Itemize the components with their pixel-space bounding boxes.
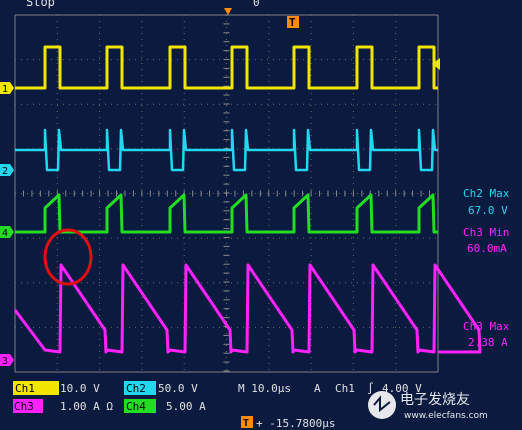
ch1-marker[interactable]: 1 <box>0 82 14 95</box>
trigger-T-text: T <box>289 16 296 29</box>
graticule <box>14 14 439 373</box>
settings-bar: Ch1 10.0 V Ch2 50.0 V M 10.0µs A Ch1 ∫ 4… <box>13 381 422 430</box>
watermark-logo-icon: 电子发烧友 www.elecfans.com <box>368 391 488 421</box>
timebase: M 10.0µs <box>238 382 291 395</box>
oscilloscope-screen: Stop 0 T 1 2 4 3 Ch2 Max 67.0 V Ch3 Min … <box>0 0 522 430</box>
meas-ch3-min-value: 60.0mA <box>467 242 507 255</box>
ch1-label: Ch1 <box>15 382 35 395</box>
ch3-trace <box>13 263 482 354</box>
meas-ch3-min-label: Ch3 Min <box>463 226 509 239</box>
ch2-scale: 50.0 V <box>158 382 198 395</box>
horiz-position: + -15.7800µs <box>256 417 335 430</box>
svg-text:3: 3 <box>2 356 8 367</box>
ch3-marker[interactable]: 3 <box>0 354 14 367</box>
svg-text:1: 1 <box>2 84 8 95</box>
svg-text:T: T <box>243 418 249 429</box>
svg-text:2: 2 <box>2 166 8 177</box>
slope-icon: ∫ <box>367 382 374 395</box>
meas-ch2-max-label: Ch2 Max <box>463 187 510 200</box>
trigger-marker-icon <box>224 8 232 15</box>
ch3-label: Ch3 <box>14 400 34 413</box>
meas-ch2-max-value: 67.0 V <box>468 204 508 217</box>
svg-text:4: 4 <box>2 228 8 239</box>
run-state: Stop <box>26 0 55 9</box>
meas-ch3-max-value: 2.38 A <box>468 336 508 349</box>
waveform-traces <box>13 45 482 354</box>
ch1-scale: 10.0 V <box>60 382 100 395</box>
trigger-source: Ch1 <box>335 382 355 395</box>
trigger-position: 0 <box>253 0 260 9</box>
ch2-marker[interactable]: 2 <box>0 164 14 177</box>
watermark-site: www.elecfans.com <box>404 411 488 421</box>
ch3-scale: 1.00 A Ω <box>60 400 113 413</box>
ch4-label: Ch4 <box>126 400 146 413</box>
ch4-scale: 5.00 A <box>166 400 206 413</box>
meas-ch3-max-label: Ch3 Max <box>463 320 510 333</box>
ch2-label: Ch2 <box>126 382 146 395</box>
ch4-marker[interactable]: 4 <box>0 226 14 239</box>
watermark-text: 电子发烧友 <box>400 392 470 408</box>
trigger-mode: A <box>314 382 321 395</box>
